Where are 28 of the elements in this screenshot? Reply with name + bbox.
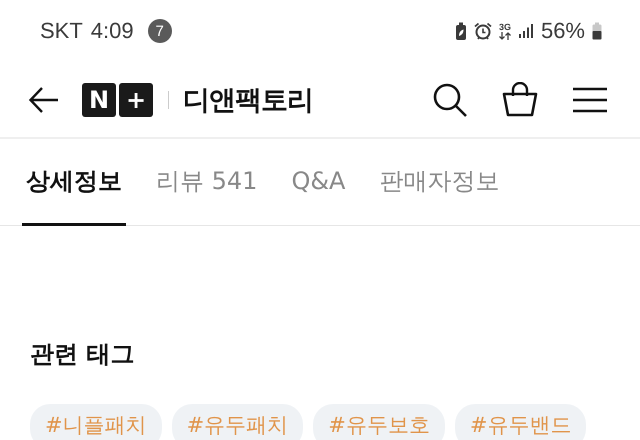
tab[interactable]: 상세정보	[22, 139, 126, 226]
data-arrows-icon	[498, 32, 511, 40]
store-name[interactable]: 디앤팩토리	[183, 82, 313, 118]
tab[interactable]: 판매자정보	[375, 139, 504, 226]
section-title: 관련 태그	[30, 339, 136, 370]
shopping-bag-icon	[502, 82, 538, 118]
network-type: 3G	[498, 22, 511, 32]
logo-mark: +	[119, 82, 153, 116]
search-icon	[432, 82, 468, 118]
tab[interactable]: Q&A	[287, 139, 350, 226]
signal-icon	[518, 23, 534, 39]
tag-chip[interactable]: #유두보호	[313, 404, 445, 440]
cart-button[interactable]	[500, 80, 540, 120]
logo-mark: N	[82, 82, 116, 116]
menu-icon	[572, 86, 608, 112]
tag-chip[interactable]: #유두밴드	[454, 404, 586, 440]
clock: 4:09	[90, 18, 134, 44]
back-arrow-icon	[28, 86, 60, 114]
battery-percent: 56%	[540, 18, 585, 44]
notification-count-badge: 7	[148, 19, 172, 43]
menu-button[interactable]	[570, 84, 610, 114]
alarm-icon	[474, 22, 492, 40]
tab[interactable]: 리뷰 541	[152, 139, 262, 226]
battery-icon	[592, 22, 602, 40]
tag-chip[interactable]: #니플패치	[30, 404, 162, 440]
carrier-name: SKT	[40, 18, 83, 44]
tag-chip[interactable]: #유두패치	[172, 404, 304, 440]
battery-saver-icon	[454, 22, 467, 40]
